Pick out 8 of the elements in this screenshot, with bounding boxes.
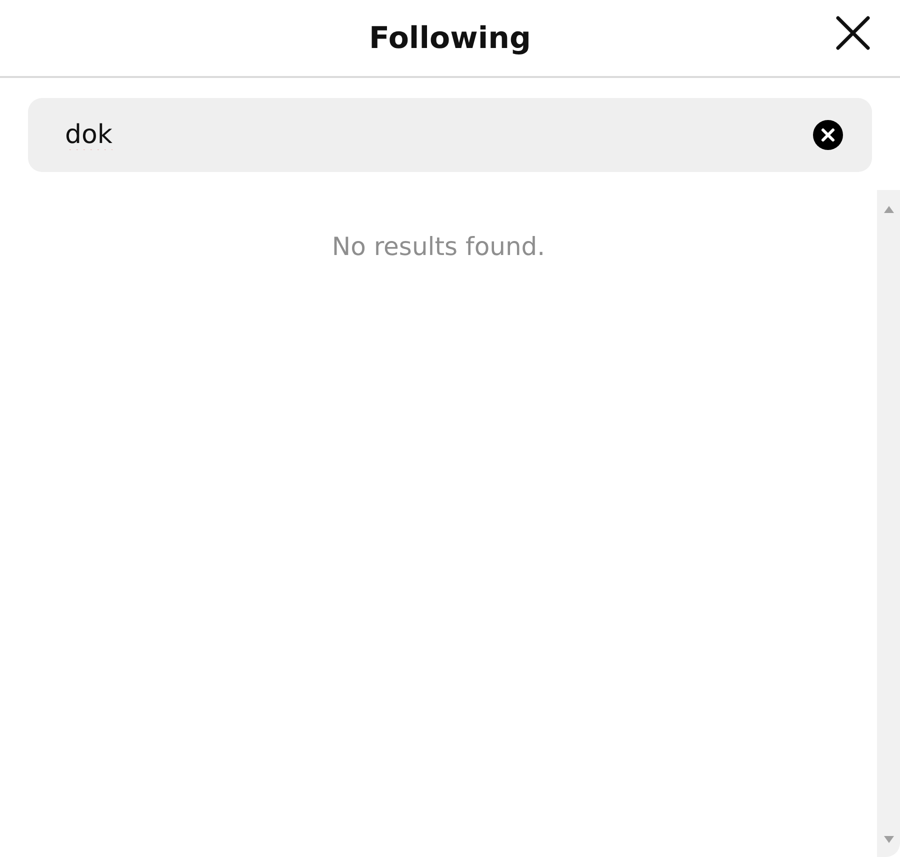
- scrollbar[interactable]: [877, 190, 900, 857]
- no-results-message: No results found.: [332, 232, 546, 261]
- close-icon[interactable]: [834, 14, 872, 52]
- scroll-up-icon[interactable]: [882, 204, 894, 214]
- dialog-title: Following: [369, 20, 531, 56]
- search-field[interactable]: dok: [28, 98, 872, 172]
- scroll-down-icon[interactable]: [882, 835, 894, 845]
- clear-icon[interactable]: [812, 119, 844, 151]
